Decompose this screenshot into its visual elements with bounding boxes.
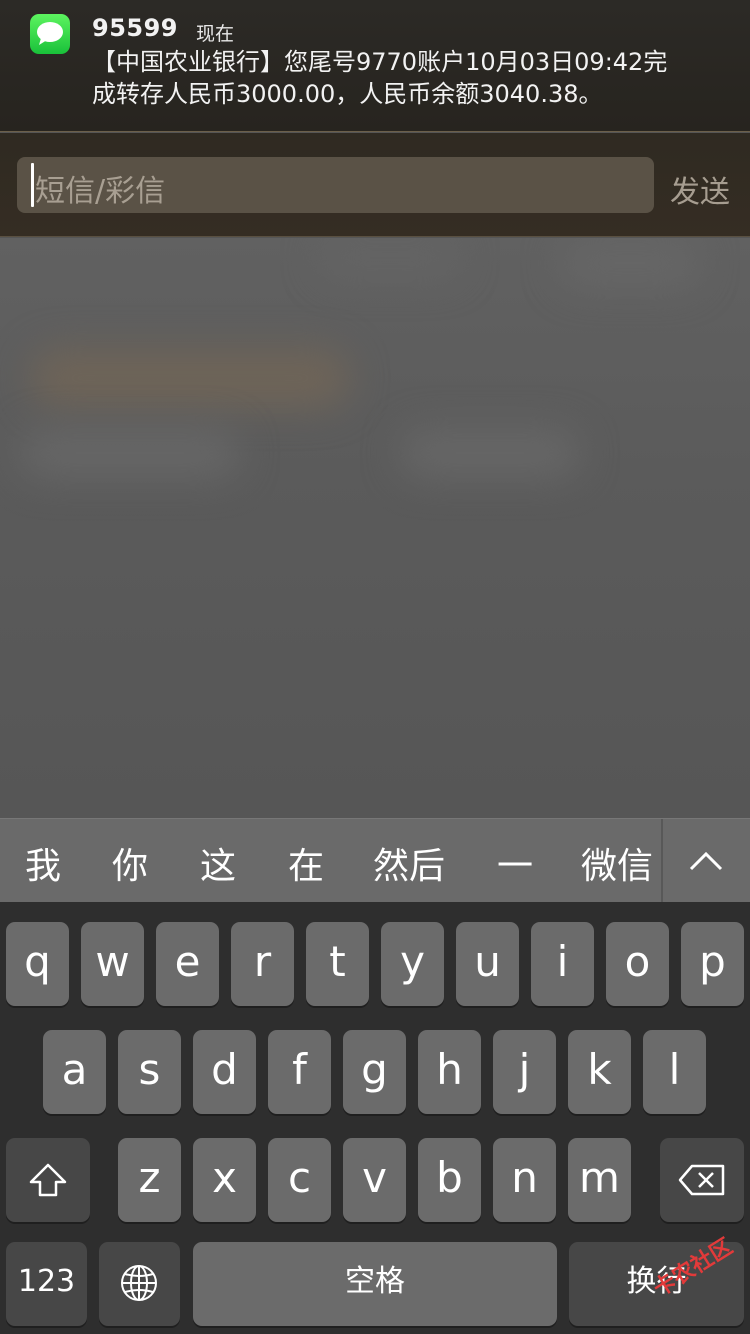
- shift-icon: [29, 1163, 67, 1197]
- expand-candidates-button[interactable]: [663, 819, 750, 903]
- notification-message-line: 【中国农业银行】您尾号9770账户10月03日09:42完: [92, 48, 668, 76]
- key-e[interactable]: e: [156, 922, 219, 1006]
- candidate-word[interactable]: 微信: [581, 837, 653, 889]
- keyboard: q w e r t y u i o p a s d f g h j k l z …: [0, 902, 750, 1334]
- candidate-word[interactable]: 一: [497, 837, 533, 889]
- reply-input[interactable]: 短信/彩信: [17, 157, 654, 213]
- key-b[interactable]: b: [418, 1138, 481, 1222]
- key-c[interactable]: c: [268, 1138, 331, 1222]
- blurred-shape: [320, 238, 460, 278]
- reply-placeholder: 短信/彩信: [35, 174, 166, 209]
- messages-icon: [30, 14, 70, 54]
- key-g[interactable]: g: [343, 1030, 406, 1114]
- blurred-background: [0, 238, 750, 818]
- chevron-up-icon: [689, 851, 723, 871]
- candidate-word[interactable]: 这: [200, 837, 236, 889]
- key-h[interactable]: h: [418, 1030, 481, 1114]
- key-x[interactable]: x: [193, 1138, 256, 1222]
- key-f[interactable]: f: [268, 1030, 331, 1114]
- key-u[interactable]: u: [456, 922, 519, 1006]
- blurred-shape: [30, 348, 350, 408]
- notification-banner[interactable]: 95599 现在 【中国农业银行】您尾号9770账户10月03日09:42完 成…: [0, 0, 750, 132]
- delete-key[interactable]: [660, 1138, 744, 1222]
- key-o[interactable]: o: [606, 922, 669, 1006]
- blurred-shape: [560, 238, 700, 288]
- key-t[interactable]: t: [306, 922, 369, 1006]
- key-r[interactable]: r: [231, 922, 294, 1006]
- text-caret: [31, 163, 34, 207]
- key-k[interactable]: k: [568, 1030, 631, 1114]
- notification-time: 现在: [196, 23, 235, 45]
- key-a[interactable]: a: [43, 1030, 106, 1114]
- key-w[interactable]: w: [81, 922, 144, 1006]
- backspace-icon: [678, 1164, 725, 1196]
- notification-message-line: 成转存人民币3000.00，人民币余额3040.38。: [92, 80, 603, 108]
- key-d[interactable]: d: [193, 1030, 256, 1114]
- key-y[interactable]: y: [381, 922, 444, 1006]
- candidate-word[interactable]: 我: [25, 837, 61, 889]
- key-p[interactable]: p: [681, 922, 744, 1006]
- numbers-key[interactable]: 123: [6, 1242, 87, 1326]
- key-m[interactable]: m: [568, 1138, 631, 1222]
- globe-icon: [121, 1265, 157, 1301]
- quick-reply-bar: 短信/彩信 发送: [0, 133, 750, 237]
- send-button[interactable]: 发送: [670, 167, 730, 211]
- blurred-shape: [400, 428, 580, 478]
- key-z[interactable]: z: [118, 1138, 181, 1222]
- key-j[interactable]: j: [493, 1030, 556, 1114]
- key-s[interactable]: s: [118, 1030, 181, 1114]
- shift-key[interactable]: [6, 1138, 90, 1222]
- key-v[interactable]: v: [343, 1138, 406, 1222]
- globe-key[interactable]: [99, 1242, 180, 1326]
- blurred-shape: [20, 428, 240, 478]
- notification-sender: 95599: [92, 14, 178, 42]
- candidate-word[interactable]: 然后: [373, 837, 445, 889]
- candidate-bar: 我 你 这 在 然后 一 微信: [0, 818, 750, 903]
- notification-message: 【中国农业银行】您尾号9770账户10月03日09:42完 成转存人民币3000…: [92, 46, 732, 110]
- candidate-word[interactable]: 在: [288, 837, 324, 889]
- key-i[interactable]: i: [531, 922, 594, 1006]
- key-n[interactable]: n: [493, 1138, 556, 1222]
- key-q[interactable]: q: [6, 922, 69, 1006]
- candidate-word[interactable]: 你: [112, 837, 148, 889]
- key-l[interactable]: l: [643, 1030, 706, 1114]
- space-key[interactable]: 空格: [193, 1242, 557, 1326]
